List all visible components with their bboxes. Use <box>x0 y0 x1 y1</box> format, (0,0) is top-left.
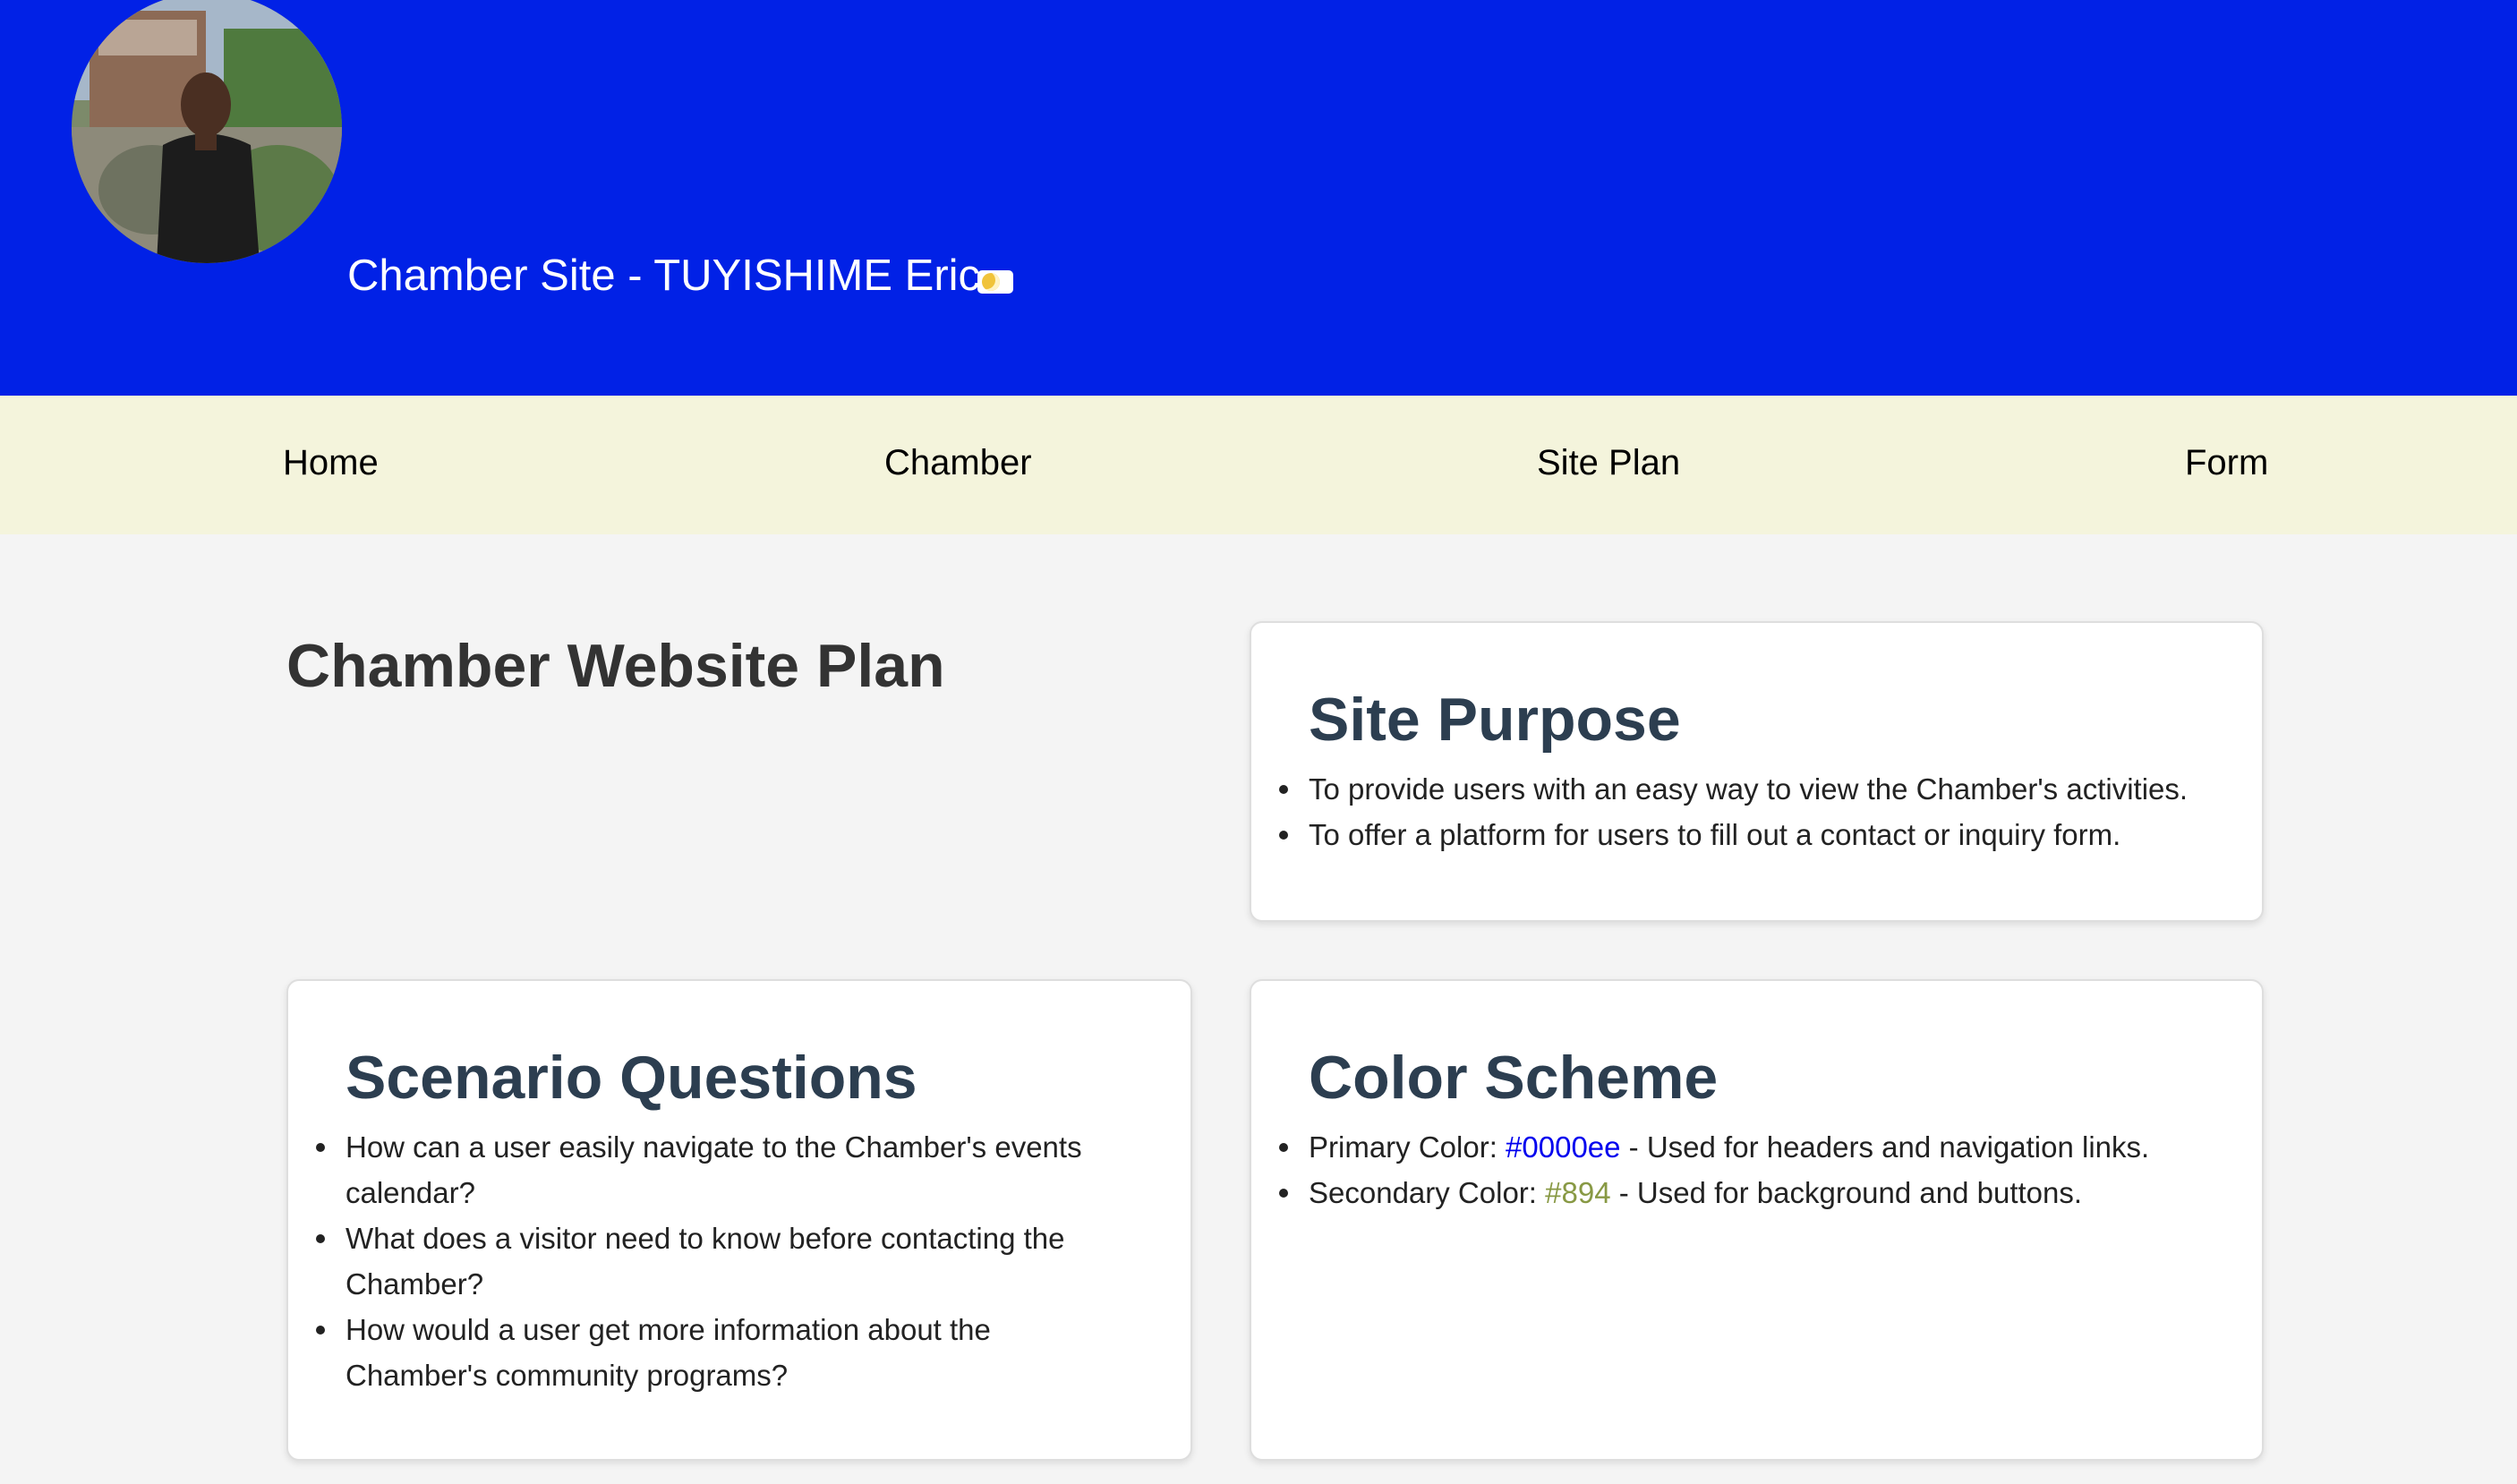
profile-photo <box>72 0 342 263</box>
theme-toggle-button[interactable] <box>977 270 1013 294</box>
list-item: What does a visitor need to know before … <box>316 1215 1133 1307</box>
site-purpose-list: To provide users with an easy way to vie… <box>1279 766 2231 857</box>
site-purpose-card: Site Purpose To provide users with an ea… <box>1250 621 2264 922</box>
list-item: To provide users with an easy way to vie… <box>1279 766 2231 812</box>
color-scheme-title: Color Scheme <box>1309 1044 1719 1112</box>
list-item: How would a user get more information ab… <box>316 1307 1133 1398</box>
avatar <box>72 0 342 263</box>
main-navigation: Home Chamber Site Plan Form <box>0 396 2517 534</box>
scenario-questions-card: Scenario Questions How can a user easily… <box>286 979 1192 1461</box>
scenario-questions-list: How can a user easily navigate to the Ch… <box>316 1124 1133 1398</box>
moon-icon <box>982 273 1000 291</box>
page-title: Chamber Website Plan <box>286 632 945 700</box>
site-purpose-title: Site Purpose <box>1309 686 1681 754</box>
nav-item-form[interactable]: Form <box>2185 440 2268 485</box>
primary-color-description: - Used for headers and navigation links. <box>1620 1130 2150 1164</box>
site-title: Chamber Site - TUYISHIME Eric <box>347 252 981 300</box>
nav-item-site-plan[interactable]: Site Plan <box>1537 440 1680 485</box>
secondary-color-value: #894 <box>1545 1176 1611 1209</box>
secondary-color-label: Secondary Color: <box>1309 1176 1546 1209</box>
site-header: Chamber Site - TUYISHIME Eric <box>0 0 2517 396</box>
primary-color-label: Primary Color: <box>1309 1130 1506 1164</box>
list-item: Secondary Color: #894 - Used for backgro… <box>1279 1170 2231 1215</box>
nav-item-chamber[interactable]: Chamber <box>884 440 1032 485</box>
color-scheme-list: Primary Color: #0000ee - Used for header… <box>1279 1124 2231 1215</box>
primary-color-value: #0000ee <box>1506 1130 1621 1164</box>
color-scheme-card: Color Scheme Primary Color: #0000ee - Us… <box>1250 979 2264 1461</box>
secondary-color-description: - Used for background and buttons. <box>1610 1176 2083 1209</box>
scenario-questions-title: Scenario Questions <box>346 1044 917 1112</box>
list-item: How can a user easily navigate to the Ch… <box>316 1124 1133 1215</box>
list-item: Primary Color: #0000ee - Used for header… <box>1279 1124 2231 1170</box>
nav-item-home[interactable]: Home <box>283 440 379 485</box>
list-item: To offer a platform for users to fill ou… <box>1279 812 2231 857</box>
